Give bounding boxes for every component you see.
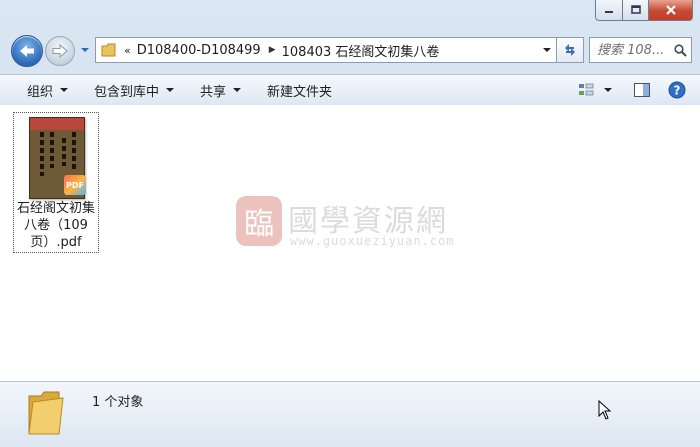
chevron-down-icon [233, 88, 242, 92]
address-dropdown[interactable] [540, 38, 554, 62]
organize-label: 组织 [27, 84, 54, 100]
back-button[interactable] [11, 35, 43, 67]
chevron-down-icon [60, 88, 69, 92]
minimize-button[interactable] [595, 0, 623, 21]
include-in-library-label: 包含到库中 [94, 84, 160, 100]
view-options-button[interactable] [570, 83, 620, 97]
folder-icon [28, 391, 64, 435]
include-in-library-menu[interactable]: 包含到库中 [81, 75, 187, 105]
share-label: 共享 [200, 84, 227, 100]
chevron-down-icon [604, 88, 612, 92]
forward-button[interactable] [45, 36, 75, 66]
item-count: 1 个对象 [92, 395, 144, 410]
maximize-icon [630, 5, 641, 14]
search-input[interactable] [597, 42, 671, 58]
new-folder-label: 新建文件夹 [267, 84, 333, 100]
chevron-down-icon [166, 88, 175, 92]
search-icon[interactable] [674, 43, 687, 57]
file-list-view[interactable]: PDF 石经阁文初集八卷（109页）.pdf 臨 國學資源網 www.guoxu… [0, 105, 700, 381]
recent-pages-dropdown[interactable] [80, 44, 90, 56]
watermark-logo: 臨 [236, 196, 282, 246]
address-bar[interactable]: « D108400-D108499 ▶ 108403 石经阁文初集八卷 [95, 37, 557, 63]
search-box[interactable] [589, 37, 692, 63]
file-item[interactable]: PDF 石经阁文初集八卷（109页）.pdf [13, 112, 99, 253]
navigation-bar: « D108400-D108499 ▶ 108403 石经阁文初集八卷 [0, 34, 700, 68]
preview-pane-button[interactable] [620, 83, 660, 97]
organize-menu[interactable]: 组织 [0, 75, 81, 105]
watermark: 臨 國學資源網 www.guoxueziyuan.com [236, 196, 476, 260]
explorer-window: « D108400-D108499 ▶ 108403 石经阁文初集八卷 组织 包… [0, 0, 700, 447]
breadcrumb-overflow[interactable]: « [124, 44, 131, 57]
chevron-down-icon [81, 48, 89, 52]
maximize-button[interactable] [623, 0, 649, 21]
window-controls [595, 0, 693, 21]
help-button[interactable]: ? [660, 81, 700, 99]
help-icon: ? [668, 81, 686, 99]
back-arrow-icon [20, 45, 34, 57]
refresh-icon [565, 44, 575, 56]
breadcrumb-parent[interactable]: D108400-D108499 [137, 43, 261, 58]
close-icon [665, 5, 676, 15]
minimize-icon [605, 11, 613, 13]
pdf-badge-icon: PDF [64, 175, 86, 195]
breadcrumb-current[interactable]: 108403 石经阁文初集八卷 [282, 41, 440, 60]
svg-text:?: ? [674, 84, 681, 98]
mouse-cursor-icon [598, 400, 612, 420]
preview-pane-icon [634, 83, 650, 97]
folder-icon [101, 43, 116, 57]
view-options-icon [579, 83, 594, 96]
breadcrumb-separator-icon[interactable]: ▶ [269, 45, 276, 55]
file-name: 石经阁文初集八卷（109页）.pdf [16, 201, 95, 250]
share-menu[interactable]: 共享 [187, 75, 254, 105]
watermark-url: www.guoxueziyuan.com [290, 234, 455, 248]
command-bar: 组织 包含到库中 共享 新建文件夹 ? [0, 74, 700, 106]
chevron-down-icon [543, 48, 551, 52]
new-folder-button[interactable]: 新建文件夹 [254, 75, 345, 105]
details-pane: 1 个对象 [0, 381, 700, 447]
close-button[interactable] [649, 0, 693, 21]
forward-arrow-icon [52, 43, 68, 59]
toolbar-right-group: ? [570, 75, 700, 105]
refresh-button[interactable] [557, 37, 584, 63]
